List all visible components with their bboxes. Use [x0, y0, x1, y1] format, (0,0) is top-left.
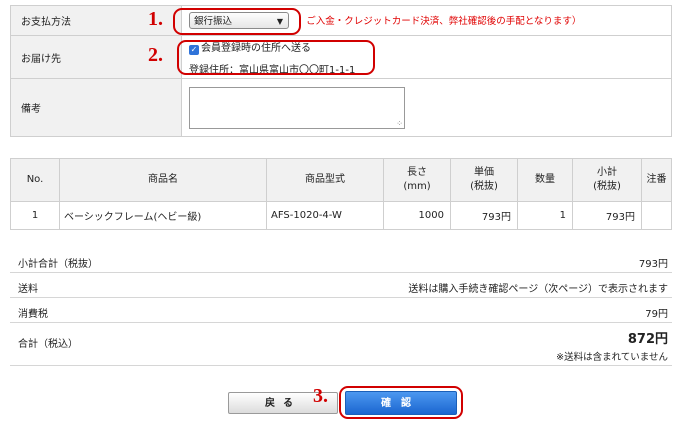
annotation-number-2: 2.	[148, 44, 163, 66]
table-row: 1 ベーシックフレーム(ヘビー級) AFS-1020-4-W 1000 793円…	[10, 201, 672, 230]
row-length: 1000	[383, 201, 451, 230]
row-notes	[641, 201, 672, 230]
remarks-label: 備考	[10, 78, 182, 137]
annotation-number-3: 3.	[313, 385, 328, 407]
row-model: AFS-1020-4-W	[266, 201, 384, 230]
total-value: 872円	[627, 332, 668, 347]
row-no: 1	[10, 201, 60, 230]
summary-tax-row: 消費税 79円	[10, 298, 672, 323]
row-name: ベーシックフレーム(ヘビー級)	[59, 201, 267, 230]
tax-value: 79円	[645, 309, 668, 320]
product-table: No. 商品名 商品型式 長さ (mm) 単価 (税抜) 数量 小計 (税抜) 注番 …	[10, 158, 672, 230]
tax-label: 消費税	[18, 309, 48, 320]
annotation-number-1: 1.	[148, 8, 163, 30]
summary-total-row: 合計（税込） 872円 ※送料は含まれていません	[10, 323, 672, 366]
resize-grip-icon[interactable]: ⁘	[396, 119, 403, 128]
annotation-oval-2	[177, 40, 375, 75]
col-quantity: 数量	[517, 158, 573, 202]
summary-subtotal-row: 小計合計（税抜） 793円	[10, 248, 672, 273]
remarks-textarea[interactable]: ⁘	[189, 86, 405, 129]
shipping-value: 送料は購入手続き確認ページ（次ページ）で表示されます	[408, 284, 668, 295]
total-label: 合計（税込）	[18, 339, 78, 350]
col-name: 商品名	[59, 158, 267, 202]
shipping-label: 送料	[18, 284, 38, 295]
col-unit-price: 単価 (税抜)	[450, 158, 518, 202]
row-unit-price: 793円	[450, 201, 518, 230]
annotation-oval-3	[339, 386, 463, 419]
row-subtotal: 793円	[572, 201, 642, 230]
col-model: 商品型式	[266, 158, 384, 202]
row-quantity: 1	[517, 201, 573, 230]
total-note: ※送料は含まれていません	[556, 352, 668, 363]
subtotal-value: 793円	[638, 259, 668, 270]
col-subtotal: 小計 (税抜)	[572, 158, 642, 202]
col-no: No.	[10, 158, 60, 202]
col-length: 長さ (mm)	[383, 158, 451, 202]
payment-note: ご入金・クレジットカード決済、弊社確認後の手配となります）	[306, 16, 582, 27]
order-summary: 小計合計（税抜） 793円 送料 送料は購入手続き確認ページ（次ページ）で表示さ…	[10, 248, 672, 366]
subtotal-label: 小計合計（税抜）	[18, 259, 98, 270]
col-notes: 注番	[641, 158, 672, 202]
summary-shipping-row: 送料 送料は購入手続き確認ページ（次ページ）で表示されます	[10, 273, 672, 298]
product-table-header: No. 商品名 商品型式 長さ (mm) 単価 (税抜) 数量 小計 (税抜) 注番	[10, 158, 672, 202]
annotation-oval-1	[173, 8, 301, 35]
